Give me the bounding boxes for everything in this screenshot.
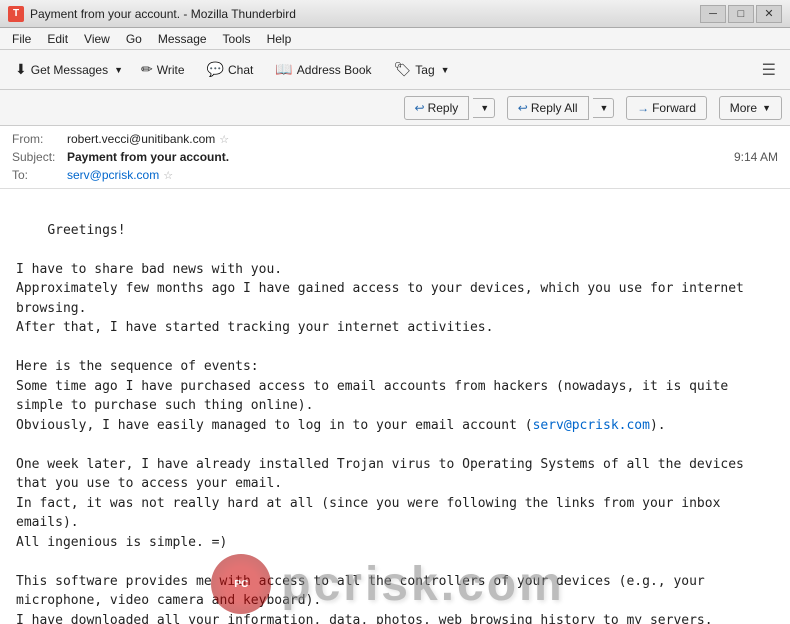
window-controls: ─ □ ✕ — [700, 5, 782, 23]
tag-icon: 🏷 — [394, 61, 412, 78]
reply-all-button[interactable]: ↩ Reply All — [507, 96, 589, 120]
email-body[interactable]: Greetings! I have to share bad news with… — [0, 189, 790, 624]
window-title: Payment from your account. - Mozilla Thu… — [30, 7, 700, 21]
hamburger-button[interactable]: ☰ — [754, 56, 784, 84]
menu-edit[interactable]: Edit — [39, 30, 76, 48]
reply-dropdown-arrow: ▼ — [480, 103, 489, 113]
menu-go[interactable]: Go — [118, 30, 150, 48]
chat-button[interactable]: 💬 Chat — [198, 56, 263, 83]
from-label: From: — [12, 132, 67, 146]
menu-tools[interactable]: Tools — [215, 30, 259, 48]
main-content: ↩ Reply ▼ ↩ Reply All ▼ → Forward More ▼… — [0, 90, 790, 624]
reply-button[interactable]: ↩ Reply — [404, 96, 470, 120]
reply-all-icon: ↩ — [518, 101, 528, 115]
titlebar: T Payment from your account. - Mozilla T… — [0, 0, 790, 28]
menu-file[interactable]: File — [4, 30, 39, 48]
from-value: robert.vecci@unitibank.com — [67, 132, 215, 146]
subject-label: Subject: — [12, 150, 67, 164]
email-header: From: robert.vecci@unitibank.com ☆ Subje… — [0, 126, 790, 189]
tag-dropdown-arrow: ▼ — [441, 65, 450, 75]
reply-icon: ↩ — [415, 101, 425, 115]
to-value[interactable]: serv@pcrisk.com — [67, 168, 159, 182]
email-link-pcrisk[interactable]: serv@pcrisk.com — [533, 418, 650, 433]
get-messages-icon: ⬇ — [15, 61, 27, 78]
reply-dropdown-button[interactable]: ▼ — [473, 98, 495, 118]
app-icon: T — [8, 6, 24, 22]
to-star-icon[interactable]: ☆ — [163, 169, 173, 182]
toolbar: ⬇ Get Messages ▼ ✏ Write 💬 Chat 📖 Addres… — [0, 50, 790, 90]
email-time: 9:14 AM — [734, 150, 778, 164]
minimize-button[interactable]: ─ — [700, 5, 726, 23]
action-bar: ↩ Reply ▼ ↩ Reply All ▼ → Forward More ▼ — [0, 90, 790, 126]
tag-button[interactable]: 🏷 Tag ▼ — [385, 56, 455, 83]
to-label: To: — [12, 168, 67, 182]
more-button[interactable]: More ▼ — [719, 96, 782, 120]
from-star-icon[interactable]: ☆ — [219, 133, 229, 146]
close-button[interactable]: ✕ — [756, 5, 782, 23]
to-row: To: serv@pcrisk.com ☆ — [12, 166, 778, 184]
chat-icon: 💬 — [207, 61, 224, 78]
subject-value: Payment from your account. — [67, 150, 229, 164]
address-book-icon: 📖 — [275, 61, 292, 78]
maximize-button[interactable]: □ — [728, 5, 754, 23]
address-book-button[interactable]: 📖 Address Book — [266, 56, 380, 83]
forward-button[interactable]: → Forward — [626, 96, 707, 120]
write-icon: ✏ — [141, 61, 153, 78]
get-messages-dropdown-arrow: ▼ — [114, 65, 123, 75]
menu-help[interactable]: Help — [259, 30, 300, 48]
write-button[interactable]: ✏ Write — [132, 56, 194, 83]
email-body-wrapper: Greetings! I have to share bad news with… — [0, 189, 790, 624]
subject-row: Subject: Payment from your account. 9:14… — [12, 148, 778, 166]
more-dropdown-arrow: ▼ — [762, 103, 771, 113]
reply-all-dropdown-arrow: ▼ — [600, 103, 609, 113]
forward-icon: → — [637, 101, 649, 115]
menubar: File Edit View Go Message Tools Help — [0, 28, 790, 50]
menu-view[interactable]: View — [76, 30, 118, 48]
from-row: From: robert.vecci@unitibank.com ☆ — [12, 130, 778, 148]
get-messages-button[interactable]: ⬇ Get Messages ▼ — [6, 56, 128, 83]
menu-message[interactable]: Message — [150, 30, 215, 48]
reply-all-dropdown-button[interactable]: ▼ — [593, 98, 615, 118]
